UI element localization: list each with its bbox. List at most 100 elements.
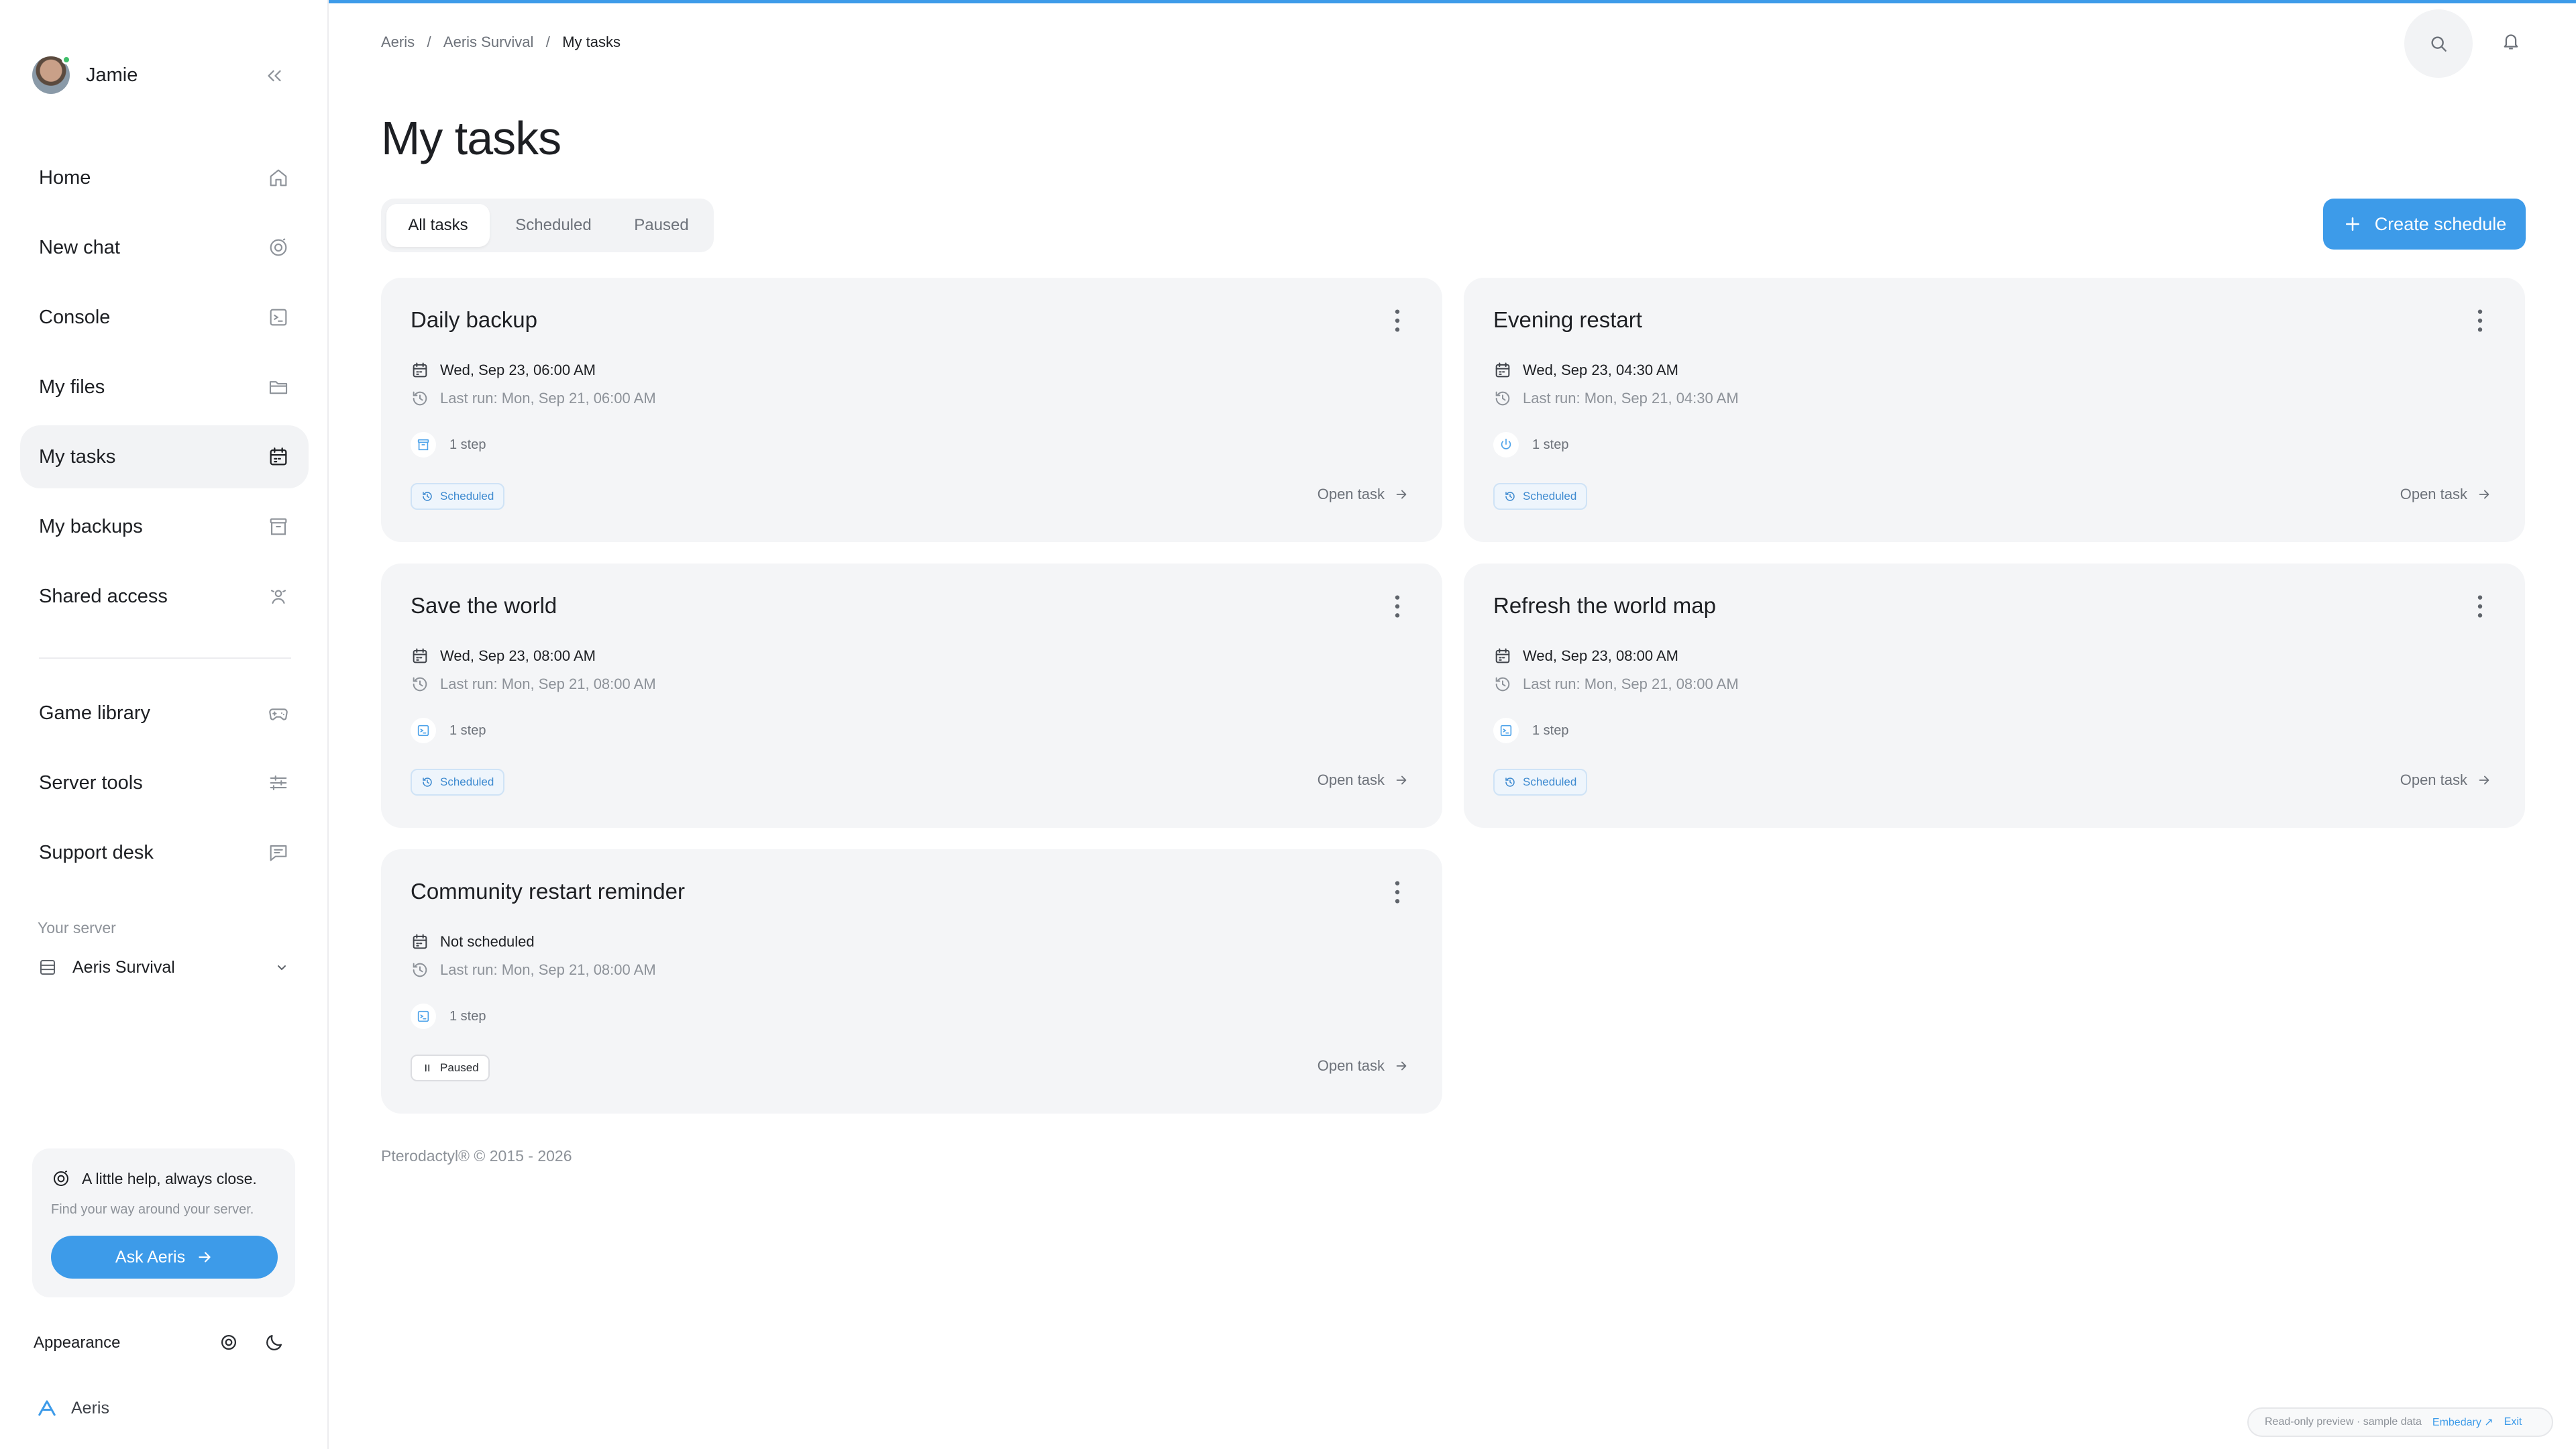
main-content: Aeris / Aeris Survival / My tasks My tas… bbox=[329, 0, 2576, 1449]
more-options-icon[interactable] bbox=[1387, 593, 1407, 620]
calendar-icon bbox=[411, 361, 429, 380]
help-card: A little help, always close. Find your w… bbox=[32, 1148, 295, 1297]
home-icon bbox=[267, 166, 290, 189]
server-name: Aeris Survival bbox=[72, 957, 175, 977]
step-count: 1 step bbox=[411, 1004, 486, 1029]
open-task-link[interactable]: Open task bbox=[1318, 771, 1409, 789]
collapse-sidebar-icon[interactable] bbox=[263, 64, 286, 87]
tab-scheduled[interactable]: Scheduled bbox=[494, 204, 613, 247]
more-options-icon[interactable] bbox=[2470, 593, 2490, 620]
embedary-link[interactable]: Embedary ↗ bbox=[2432, 1415, 2493, 1429]
history-icon bbox=[1493, 675, 1512, 694]
task-card[interactable]: Refresh the world map Wed, Sep 23, 08:00… bbox=[1464, 564, 2525, 828]
create-schedule-button[interactable]: Create schedule bbox=[2323, 199, 2526, 250]
open-task-label: Open task bbox=[1317, 1057, 1385, 1074]
sidebar-item-label: Home bbox=[39, 166, 91, 189]
task-title: Evening restart bbox=[1493, 307, 1642, 332]
breadcrumb-separator: / bbox=[415, 34, 443, 50]
sidebar-item-new-chat[interactable]: New chat bbox=[20, 216, 309, 279]
breadcrumb-item[interactable]: Aeris Survival bbox=[443, 34, 533, 51]
schedule-status-icon bbox=[1504, 776, 1523, 788]
sidebar-item-label: Console bbox=[39, 306, 111, 328]
step-count: 1 step bbox=[411, 718, 486, 743]
sidebar-item-my-backups[interactable]: My backups bbox=[20, 495, 309, 558]
server-selector[interactable]: Aeris Survival bbox=[38, 954, 290, 981]
more-options-icon[interactable] bbox=[1387, 879, 1407, 906]
history-icon bbox=[411, 675, 429, 694]
bell-icon[interactable] bbox=[2500, 30, 2522, 52]
open-task-label: Open task bbox=[1317, 771, 1385, 788]
status-badge: Scheduled bbox=[411, 769, 505, 796]
calendar-icon bbox=[1493, 361, 1512, 380]
next-run-row: Wed, Sep 23, 06:00 AM bbox=[411, 361, 596, 380]
open-task-label: Open task bbox=[2400, 486, 2467, 502]
help-card-subtitle: Find your way around your server. bbox=[51, 1202, 254, 1217]
search-button[interactable] bbox=[2404, 9, 2473, 78]
breadcrumb-separator: / bbox=[533, 34, 563, 50]
archive-icon bbox=[411, 432, 436, 458]
sidebar-item-server-tools[interactable]: Server tools bbox=[20, 751, 309, 814]
ask-aeris-button[interactable]: Ask Aeris bbox=[51, 1236, 278, 1279]
more-options-icon[interactable] bbox=[1387, 307, 1407, 334]
sidebar-item-shared-access[interactable]: Shared access bbox=[20, 565, 309, 628]
assistant-icon bbox=[51, 1169, 71, 1189]
terminal-icon bbox=[1493, 718, 1519, 743]
last-run: Last run: Mon, Sep 21, 04:30 AM bbox=[1523, 390, 1739, 407]
step-count-text: 1 step bbox=[449, 1008, 486, 1024]
gamepad-icon bbox=[267, 702, 290, 724]
exit-preview-link[interactable]: Exit bbox=[2504, 1416, 2522, 1428]
sidebar-divider bbox=[39, 657, 291, 659]
sidebar-item-label: My backups bbox=[39, 515, 143, 537]
system-theme-icon[interactable] bbox=[217, 1331, 240, 1354]
task-card[interactable]: Evening restart Wed, Sep 23, 04:30 AM La… bbox=[1464, 278, 2525, 542]
history-icon bbox=[411, 961, 429, 979]
sidebar-item-game-library[interactable]: Game library bbox=[20, 682, 309, 745]
open-task-link[interactable]: Open task bbox=[2400, 771, 2491, 789]
breadcrumb-current: My tasks bbox=[562, 34, 621, 50]
preview-text: Read-only preview · sample data bbox=[2265, 1416, 2422, 1428]
user-profile[interactable]: Jamie bbox=[32, 55, 138, 94]
pause-icon bbox=[421, 1062, 440, 1074]
sidebar-item-support-desk[interactable]: Support desk bbox=[20, 821, 309, 884]
user-name: Jamie bbox=[86, 64, 138, 86]
search-icon bbox=[2428, 33, 2449, 54]
task-title: Daily backup bbox=[411, 307, 537, 332]
tab-paused[interactable]: Paused bbox=[614, 204, 708, 247]
sidebar-item-my-tasks[interactable]: My tasks bbox=[20, 425, 309, 488]
open-task-link[interactable]: Open task bbox=[1318, 486, 1409, 503]
sidebar-item-my-files[interactable]: My files bbox=[20, 356, 309, 419]
task-card[interactable]: Save the world Wed, Sep 23, 08:00 AM Las… bbox=[381, 564, 1442, 828]
last-run-row: Last run: Mon, Sep 21, 08:00 AM bbox=[1493, 675, 1739, 694]
sidebar-item-home[interactable]: Home bbox=[20, 146, 309, 209]
arrow-right-icon bbox=[2467, 773, 2491, 788]
archive-icon bbox=[267, 515, 290, 538]
breadcrumb-item[interactable]: Aeris bbox=[381, 34, 415, 51]
sidebar-item-label: Game library bbox=[39, 702, 150, 724]
tab-all-tasks[interactable]: All tasks bbox=[386, 204, 490, 247]
schedule-status-icon bbox=[1504, 490, 1523, 502]
plus-icon bbox=[2343, 214, 2363, 234]
open-task-label: Open task bbox=[1317, 486, 1385, 502]
arrow-right-icon bbox=[1385, 487, 1409, 502]
chat-spark-icon bbox=[267, 236, 290, 259]
task-card[interactable]: Community restart reminder Not scheduled… bbox=[381, 849, 1442, 1114]
last-run: Last run: Mon, Sep 21, 06:00 AM bbox=[440, 390, 656, 407]
history-icon bbox=[411, 389, 429, 408]
open-task-link[interactable]: Open task bbox=[1318, 1057, 1409, 1075]
terminal-icon bbox=[411, 718, 436, 743]
sidebar-item-console[interactable]: Console bbox=[20, 286, 309, 349]
footer-copyright: Pterodactyl® © 2015 - 2026 bbox=[381, 1147, 572, 1165]
step-count-text: 1 step bbox=[449, 437, 486, 452]
brand[interactable]: Aeris bbox=[36, 1398, 109, 1418]
sidebar-item-label: Server tools bbox=[39, 771, 143, 794]
help-card-title: A little help, always close. bbox=[51, 1169, 257, 1189]
ask-aeris-label: Ask Aeris bbox=[115, 1247, 186, 1267]
task-card[interactable]: Daily backup Wed, Sep 23, 06:00 AM Last … bbox=[381, 278, 1442, 542]
open-task-link[interactable]: Open task bbox=[2400, 486, 2491, 503]
breadcrumb: Aeris / Aeris Survival / My tasks bbox=[381, 34, 621, 51]
moon-icon[interactable] bbox=[263, 1331, 286, 1354]
more-options-icon[interactable] bbox=[2470, 307, 2490, 334]
next-run-row: Not scheduled bbox=[411, 932, 535, 951]
sidebar-item-label: Shared access bbox=[39, 585, 168, 607]
step-count-text: 1 step bbox=[449, 722, 486, 738]
